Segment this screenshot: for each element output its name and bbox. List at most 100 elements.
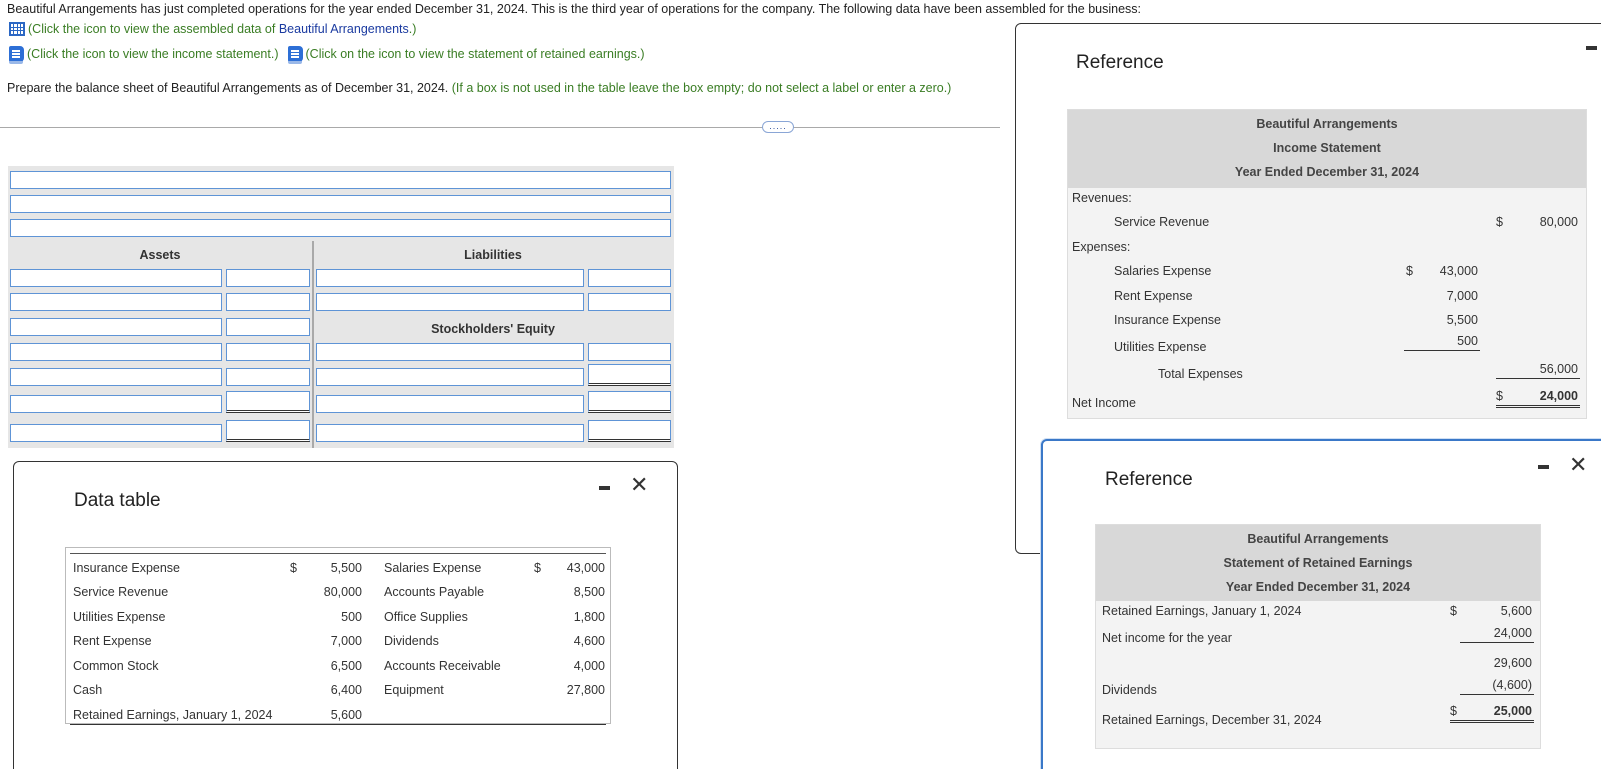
dividends-rule bbox=[1460, 694, 1534, 695]
minimize-icon[interactable] bbox=[599, 486, 610, 490]
subtotal-rule bbox=[1404, 350, 1480, 351]
asset-amount-input[interactable] bbox=[226, 391, 310, 413]
total-expenses-value: 56,000 bbox=[1539, 362, 1578, 376]
data-label: Equipment bbox=[384, 683, 444, 697]
equity-amount-input[interactable] bbox=[588, 343, 671, 361]
asset-label-input[interactable] bbox=[10, 395, 222, 413]
data-value: 6,500 bbox=[330, 659, 362, 673]
service-revenue-value: 80,000 bbox=[1539, 215, 1578, 229]
asset-label-input[interactable] bbox=[10, 318, 222, 336]
date-input[interactable] bbox=[10, 219, 671, 237]
data-table: Insurance Expense $ 5,500 Salaries Expen… bbox=[65, 547, 611, 725]
data-value: 5,600 bbox=[330, 708, 362, 722]
data-currency: $ bbox=[290, 561, 297, 575]
window-title: Reference bbox=[1076, 52, 1164, 73]
total-liabilities-equity-label-input[interactable] bbox=[316, 424, 584, 442]
window-title: Data table bbox=[74, 490, 161, 511]
data-value: 1,800 bbox=[573, 610, 605, 624]
close-icon[interactable]: ✕ bbox=[630, 474, 648, 496]
ending-re-value: 25,000 bbox=[1493, 704, 1532, 718]
expense-value: 43,000 bbox=[1439, 264, 1478, 278]
top-rule bbox=[70, 553, 606, 554]
close-icon[interactable]: ✕ bbox=[1569, 454, 1587, 476]
company-name: Beautiful Arrangements bbox=[1247, 532, 1389, 546]
assembled-data-link[interactable]: (Click the icon to view the assembled da… bbox=[9, 22, 416, 36]
net-income-currency: $ bbox=[1496, 389, 1503, 403]
total-liabilities-equity-input[interactable] bbox=[588, 420, 671, 442]
data-value: 500 bbox=[341, 610, 362, 624]
asset-label-input[interactable] bbox=[10, 343, 222, 361]
data-value: 5,500 bbox=[330, 561, 362, 575]
total-assets-label-input[interactable] bbox=[10, 424, 222, 442]
liability-label-input[interactable] bbox=[316, 269, 584, 287]
statement-name: Statement of Retained Earnings bbox=[1223, 556, 1413, 570]
data-label: Accounts Receivable bbox=[384, 659, 501, 673]
equity-amount-input[interactable] bbox=[588, 391, 671, 413]
statement-heading: Beautiful Arrangements Income Statement … bbox=[1068, 110, 1586, 188]
net-income-value: 24,000 bbox=[1493, 626, 1532, 640]
data-label: Rent Expense bbox=[73, 634, 152, 648]
expense-value: 7,000 bbox=[1446, 289, 1478, 303]
liability-label-input[interactable] bbox=[316, 293, 584, 311]
equity-label-input[interactable] bbox=[316, 395, 584, 413]
ending-double-rule bbox=[1450, 720, 1534, 723]
window-title: Reference bbox=[1105, 469, 1193, 490]
equity-amount-input[interactable] bbox=[588, 364, 671, 386]
company-name-input[interactable] bbox=[10, 171, 671, 189]
company-name: Beautiful Arrangements bbox=[1256, 117, 1398, 131]
data-label: Retained Earnings, January 1, 2024 bbox=[73, 708, 273, 722]
asset-amount-input[interactable] bbox=[226, 318, 310, 336]
total-assets-input[interactable] bbox=[226, 420, 310, 442]
revenues-label: Revenues: bbox=[1072, 191, 1132, 205]
liabilities-header: Liabilities bbox=[464, 248, 522, 262]
net-income-double-rule bbox=[1496, 405, 1580, 408]
service-revenue-currency: $ bbox=[1496, 215, 1503, 229]
minimize-icon[interactable] bbox=[1538, 465, 1549, 469]
asset-amount-input[interactable] bbox=[226, 293, 310, 311]
retained-earnings-icon[interactable] bbox=[287, 46, 303, 64]
asset-label-input[interactable] bbox=[10, 293, 222, 311]
expense-label: Utilities Expense bbox=[1114, 340, 1207, 354]
data-label: Salaries Expense bbox=[384, 561, 482, 575]
retained-earnings-link[interactable]: (Click on the icon to view the statement… bbox=[306, 47, 645, 61]
equity-label-input[interactable] bbox=[316, 368, 584, 386]
data-table-icon[interactable] bbox=[9, 22, 25, 36]
asset-label-input[interactable] bbox=[10, 368, 222, 386]
income-statement-link[interactable]: (Click the icon to view the income state… bbox=[27, 47, 279, 61]
instruction-note: (If a box is not used in the table leave… bbox=[451, 81, 952, 95]
data-table-window: Data table ✕ Insurance Expense $ 5,500 S… bbox=[13, 461, 678, 769]
data-value: 4,000 bbox=[573, 659, 605, 673]
data-label: Accounts Payable bbox=[384, 585, 485, 599]
asset-amount-input[interactable] bbox=[226, 368, 310, 386]
asset-amount-input[interactable] bbox=[226, 343, 310, 361]
data-value: 7,000 bbox=[330, 634, 362, 648]
income-statement-table: Beautiful Arrangements Income Statement … bbox=[1067, 109, 1587, 419]
expense-label: Insurance Expense bbox=[1114, 313, 1222, 327]
data-value: 27,800 bbox=[566, 683, 605, 697]
expense-label: Rent Expense bbox=[1114, 289, 1193, 303]
statement-title-input[interactable] bbox=[10, 195, 671, 213]
liability-amount-input[interactable] bbox=[588, 269, 671, 287]
instruction-text: Prepare the balance sheet of Beautiful A… bbox=[7, 81, 449, 95]
data-currency: $ bbox=[534, 561, 541, 575]
asset-label-input[interactable] bbox=[10, 269, 222, 287]
total-rule bbox=[1496, 378, 1580, 379]
income-statement-icon[interactable] bbox=[9, 46, 24, 64]
expense-value: 5,500 bbox=[1446, 313, 1478, 327]
statement-period: Year Ended December 31, 2024 bbox=[1234, 165, 1420, 179]
dividends-label: Dividends bbox=[1102, 683, 1157, 697]
ending-re-currency: $ bbox=[1450, 704, 1457, 718]
instruction: Prepare the balance sheet of Beautiful A… bbox=[7, 81, 951, 95]
data-label: Common Stock bbox=[73, 659, 159, 673]
dividends-value: (4,600) bbox=[1492, 678, 1532, 692]
ending-re-label: Retained Earnings, December 31, 2024 bbox=[1102, 713, 1322, 727]
subtotal-value: 29,600 bbox=[1493, 656, 1532, 670]
equity-label-input[interactable] bbox=[316, 343, 584, 361]
minimize-icon[interactable] bbox=[1586, 46, 1597, 50]
data-value: 80,000 bbox=[323, 585, 362, 599]
data-label: Utilities Expense bbox=[73, 610, 166, 624]
data-label: Office Supplies bbox=[384, 610, 468, 624]
asset-amount-input[interactable] bbox=[226, 269, 310, 287]
liability-amount-input[interactable] bbox=[588, 293, 671, 311]
more-button[interactable]: ..... bbox=[762, 121, 794, 133]
